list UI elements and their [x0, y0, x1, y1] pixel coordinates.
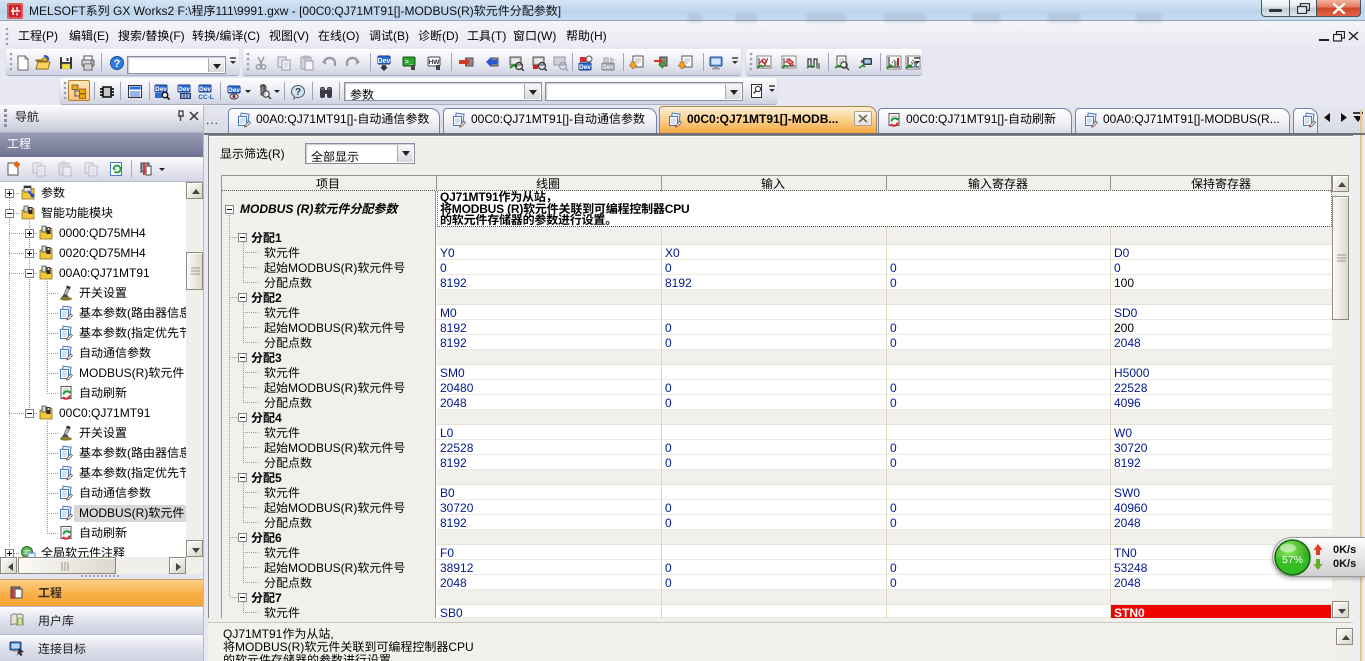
svg-text:Dev: Dev	[378, 58, 391, 65]
svg-text:Dev: Dev	[199, 86, 211, 93]
svg-text:?: ?	[295, 87, 301, 98]
svg-text:HW: HW	[429, 59, 441, 66]
svg-text:57%: 57%	[1282, 554, 1303, 566]
svg-text:Dev: Dev	[602, 64, 614, 71]
svg-text:?: ?	[114, 58, 121, 70]
svg-text:Dev: Dev	[579, 64, 591, 71]
svg-text:CC-L: CC-L	[198, 94, 214, 100]
svg-text:Dev: Dev	[178, 86, 190, 93]
svg-text:Dev: Dev	[228, 87, 240, 94]
